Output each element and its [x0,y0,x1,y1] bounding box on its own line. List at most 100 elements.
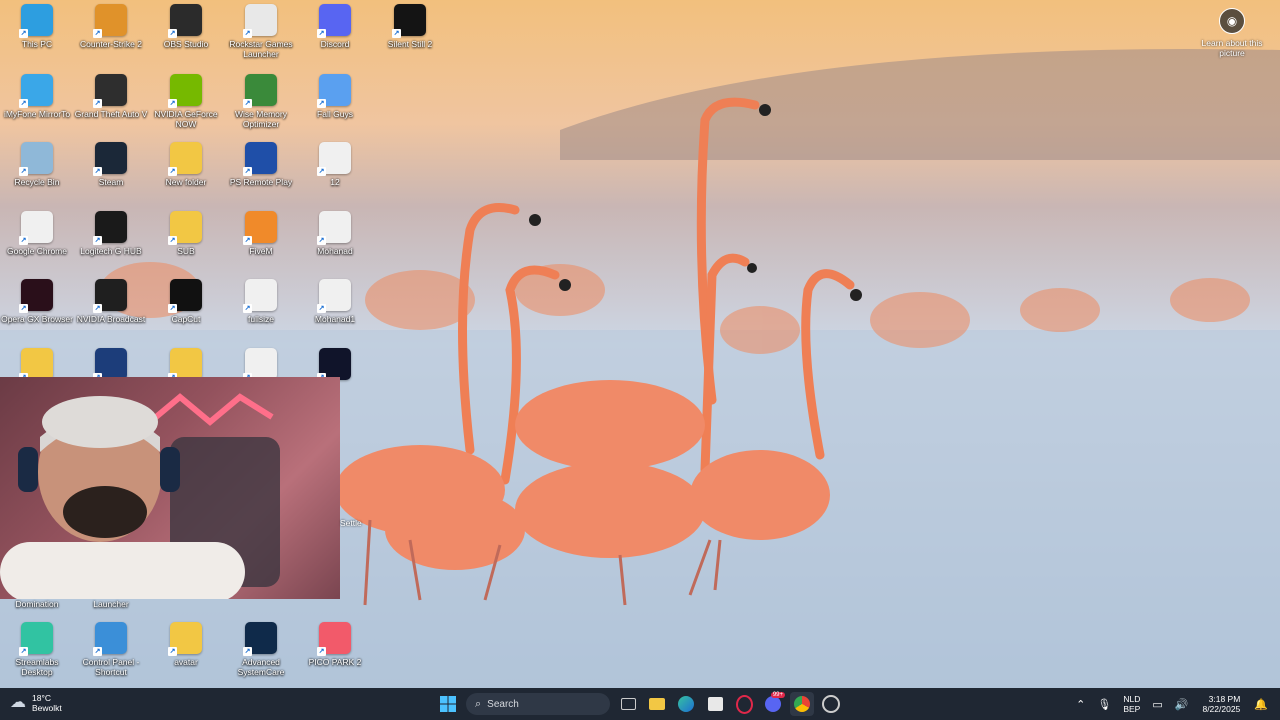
shortcut-arrow-icon: ↗ [243,29,252,38]
desktop-icon[interactable]: ↗ Google Chrome [0,211,74,256]
desktop-icon-domination-partial[interactable]: Domination [0,596,74,609]
desktop-icon[interactable]: ↗ Streamlabs Desktop [0,622,74,677]
shortcut-arrow-icon: ↗ [19,304,28,313]
desktop-icon[interactable]: ↗ NVIDIA Broadcast [74,279,148,324]
desktop-icon[interactable]: ↗ Mohanad1 [298,279,372,324]
desktop-icon[interactable]: ↗ Steam [74,142,148,187]
desktop-icon[interactable]: ↗ Advanced SystemCare [224,622,298,677]
desktop-icon[interactable]: ↗ Counter-Strike 2 [74,4,148,49]
image-file-icon: ↗ [317,279,351,313]
desktop-icon-label: CapCut [171,314,201,324]
task-view-icon [620,698,636,710]
desktop-icon[interactable]: ↗ CapCut [149,279,223,324]
clock[interactable]: 3:18 PM 8/22/2025 [1202,694,1240,714]
desktop-icon-label: avatar [174,657,198,667]
store-button[interactable] [703,692,727,716]
taskbar-search[interactable]: ⌕ Search [466,693,610,715]
weather-widget[interactable]: ☁ 18°C Bewolkt [10,693,62,713]
desktop-icon[interactable]: ↗ PS Remote Play [224,142,298,187]
desktop-icon-label: New folder [165,177,207,187]
desktop-icon-label: Rockstar Games Launcher [229,39,293,59]
desktop-icon-label: PICO PARK 2 [308,657,362,667]
steam-icon: ↗ [93,142,127,176]
chrome-taskbar-button[interactable] [790,692,814,716]
ps-remote-icon: ↗ [243,142,277,176]
desktop-icon[interactable]: ↗ Control Panel - Shortcut [74,622,148,677]
task-view-button[interactable] [616,692,640,716]
shortcut-arrow-icon: ↗ [243,647,252,656]
start-button[interactable] [436,692,460,716]
desktop-icon[interactable]: ↗ Discord [298,4,372,49]
opera-gx-button[interactable] [732,692,756,716]
clock-time: 3:18 PM [1208,694,1241,704]
desktop-icon[interactable]: ↗ 12 [298,142,372,187]
shortcut-arrow-icon: ↗ [317,647,326,656]
language-indicator[interactable]: NLD BEP [1123,694,1140,714]
webcam-feed [0,393,280,599]
microphone-icon[interactable]: 🎙 [1097,698,1111,711]
language-bottom: BEP [1123,704,1141,714]
discord-taskbar-button[interactable]: 99+ [761,692,785,716]
desktop-icon[interactable]: ↗ PICO PARK 2 [298,622,372,667]
recycle-bin-icon: ↗ [19,142,53,176]
notification-bell-icon[interactable]: 🔔 [1254,698,1268,711]
opera-gx-icon [735,694,753,714]
nvidia-icon: ↗ [168,74,202,108]
volume-icon[interactable]: 🔊 [1175,698,1189,711]
desktop-icon-label: Control Panel - Shortcut [82,657,140,677]
desktop-icon[interactable]: ↗ NVIDIA GeForce NOW [149,74,223,129]
shortcut-arrow-icon: ↗ [93,99,102,108]
obs-taskbar-button[interactable] [819,692,843,716]
discord-badge: 99+ [770,692,785,698]
desktop-icon-launcher-partial[interactable]: Launcher [74,596,148,609]
fallguys-icon: ↗ [317,74,351,108]
desktop-icon[interactable]: ↗ Rockstar Games Launcher [224,4,298,59]
desktop-icon-label: Wise Memory Optimizer [235,109,287,129]
desktop-icon[interactable]: ↗ OBS Studio [149,4,223,49]
shortcut-arrow-icon: ↗ [168,29,177,38]
shortcut-arrow-icon: ↗ [317,29,326,38]
desktop-icon[interactable]: ↗ New folder [149,142,223,187]
desktop-icon[interactable]: ↗ This PC [0,4,74,49]
opera-icon: ↗ [19,279,53,313]
desktop-icon[interactable]: ↗ FiveM [224,211,298,256]
desktop-icon-label: Mohanad1 [314,314,356,324]
folder-icon: ↗ [168,211,202,245]
weather-desc: Bewolkt [32,703,62,713]
desktop-icon[interactable]: ↗ SUB [149,211,223,256]
desktop-icon-label: NVIDIA Broadcast [76,314,146,324]
desktop-icon[interactable]: ↗ Grand Theft Auto V [74,74,148,119]
desktop-icon-label: Counter-Strike 2 [80,39,142,49]
desktop-icon[interactable]: ↗ Recycle Bin [0,142,74,187]
file-explorer-button[interactable] [645,692,669,716]
desktop-icon-label: fullsize [248,314,274,324]
shortcut-arrow-icon: ↗ [19,167,28,176]
network-icon[interactable]: ▭ [1152,698,1162,711]
discord-icon: ↗ [317,4,351,38]
desktop-icon-label: Silent Still 2 [387,39,433,49]
desktop-icon[interactable]: ↗ avatar [149,622,223,667]
desktop-icon-label: Grand Theft Auto V [74,109,148,119]
desktop-icon-label: Google Chrome [6,246,67,256]
desktop-icon[interactable]: ↗ fullsize [224,279,298,324]
fivem-icon: ↗ [243,211,277,245]
desktop-icon[interactable]: ↗ Fall Guys [298,74,372,119]
desktop-icon-settle-partial[interactable]: Settle [340,518,362,528]
capcut-icon: ↗ [168,279,202,313]
windows-start-icon [440,696,456,712]
edge-button[interactable] [674,692,698,716]
desktop-icon[interactable]: ↗ Wise Memory Optimizer [224,74,298,129]
shortcut-arrow-icon: ↗ [93,647,102,656]
desktop-icon[interactable]: ↗ Mohanad [298,211,372,256]
desktop-icon[interactable]: ↗ iMyFone MirrorTo [0,74,74,119]
chevron-up-icon[interactable]: ⌃ [1076,698,1085,711]
desktop-icon[interactable]: ↗ Opera GX Browser [0,279,74,324]
desktop-icon[interactable]: ↗ Logitech G HUB [74,211,148,256]
shortcut-arrow-icon: ↗ [243,304,252,313]
desktop-icon-label: Advanced SystemCare [237,657,285,677]
streamlabs-icon: ↗ [19,622,53,656]
desktop-icon[interactable]: ↗ Silent Still 2 [373,4,447,49]
control-panel-icon: ↗ [93,622,127,656]
image-file-icon: ↗ [243,279,277,313]
learn-about-picture[interactable]: ◉ Learn about this picture [1198,8,1266,58]
